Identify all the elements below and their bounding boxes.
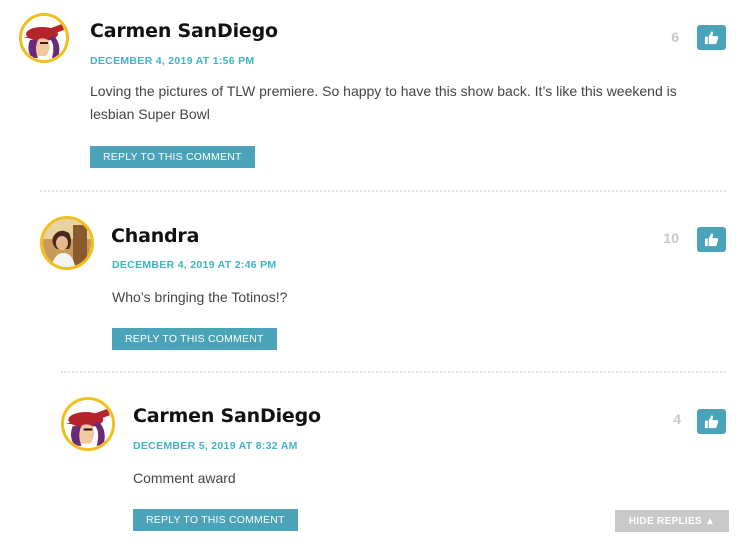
comment-text: Comment award (133, 470, 236, 486)
hide-replies-button[interactable]: HIDE REPLIES ▲ (615, 510, 729, 532)
comment-date[interactable]: DECEMBER 4, 2019 AT 1:56 PM (90, 55, 254, 67)
comment-date[interactable]: DECEMBER 4, 2019 AT 2:46 PM (112, 259, 276, 271)
comment-text: Loving the pictures of TLW premiere. So … (90, 83, 677, 122)
reply-button[interactable]: REPLY TO THIS COMMENT (90, 146, 255, 168)
comment-author: Chandra (111, 225, 200, 247)
avatar[interactable] (61, 397, 115, 451)
like-button[interactable] (697, 25, 726, 50)
like-count: 4 (673, 411, 681, 427)
avatar[interactable] (19, 13, 69, 63)
thumbs-up-icon (704, 415, 719, 429)
carmen-sandiego-avatar-icon (22, 16, 66, 60)
comment-divider (61, 371, 726, 373)
like-button[interactable] (697, 409, 726, 434)
like-count: 6 (671, 29, 679, 45)
avatar[interactable] (40, 216, 94, 270)
photo-avatar-icon (43, 219, 91, 267)
comment-author: Carmen SanDiego (90, 20, 278, 42)
comment-text: Who’s bringing the Totinos!? (112, 289, 288, 305)
reply-button[interactable]: REPLY TO THIS COMMENT (112, 328, 277, 350)
reply-button[interactable]: REPLY TO THIS COMMENT (133, 509, 298, 531)
comment-author: Carmen SanDiego (133, 405, 321, 427)
comment-date[interactable]: DECEMBER 5, 2019 AT 8:32 AM (133, 440, 298, 452)
like-button[interactable] (697, 227, 726, 252)
thumbs-up-icon (704, 233, 719, 247)
comment-divider (40, 190, 726, 192)
like-count: 10 (663, 230, 679, 246)
carmen-sandiego-avatar-icon (64, 400, 112, 448)
thumbs-up-icon (704, 31, 719, 45)
